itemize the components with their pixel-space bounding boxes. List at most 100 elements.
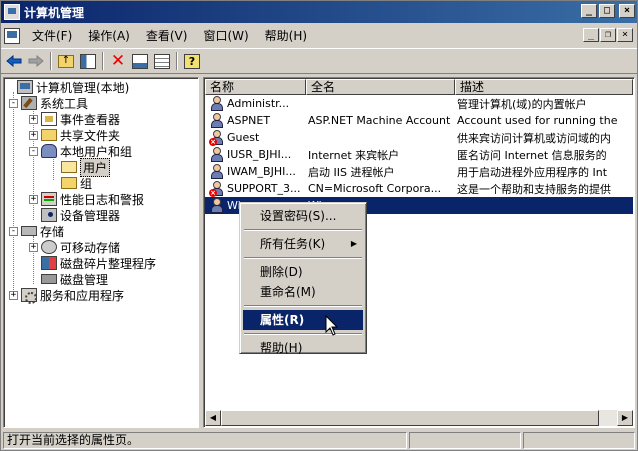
column-header-fullname[interactable]: 全名 (306, 79, 455, 95)
delete-icon[interactable]: ✕ (107, 50, 129, 72)
child-close-button[interactable]: × (617, 28, 633, 42)
tree-label: 系统工具 (40, 96, 89, 111)
tree-node-groups[interactable]: 组 (49, 175, 92, 191)
menu-window[interactable]: 窗口(W) (195, 27, 256, 45)
menu-view[interactable]: 查看(V) (138, 27, 196, 45)
user-fullname: ASP.NET Machine Account (308, 114, 451, 127)
context-menu: 设置密码(S)... 所有任务(K) ▶ 删除(D) 重命名(M) 属性(R) … (239, 202, 367, 355)
window-title: 计算机管理 (24, 5, 85, 20)
user-fullname: 启动 IIS 进程帐户 (308, 165, 395, 179)
forward-arrow-icon[interactable] (25, 50, 47, 72)
menu-help[interactable]: 帮助(H) (257, 27, 315, 45)
table-row[interactable]: ASPNET ASP.NET Machine Account Account u… (205, 112, 633, 129)
table-row[interactable]: IUSR_BJHI... Internet 来宾帐户 匿名访问 Internet… (205, 146, 633, 163)
submenu-arrow-icon: ▶ (350, 239, 357, 248)
scroll-left-icon[interactable]: ◀ (205, 410, 221, 426)
tree-node-storage[interactable]: - 存储 (9, 223, 64, 239)
console-menu-icon[interactable] (4, 28, 20, 44)
user-name: SUPPORT_3... (227, 182, 301, 195)
storage-icon (21, 226, 37, 236)
status-panel (409, 432, 521, 449)
toolbar-separator (176, 52, 178, 70)
tree-node-system-tools[interactable]: - 系统工具 (9, 95, 88, 111)
toolbar-separator (50, 52, 52, 70)
show-hide-tree-icon[interactable] (77, 50, 99, 72)
tree-node-removable-storage[interactable]: + 可移动存储 (29, 239, 120, 255)
collapse-icon[interactable]: - (9, 226, 18, 236)
computer-management-icon (4, 4, 20, 20)
menu-item-all-tasks[interactable]: 所有任务(K) ▶ (243, 234, 363, 254)
close-button[interactable]: × (619, 4, 635, 18)
scroll-right-icon[interactable]: ▶ (617, 410, 633, 426)
menu-item-label: 所有任务(K) (260, 237, 326, 251)
properties-icon[interactable] (129, 50, 151, 72)
menu-item-set-password[interactable]: 设置密码(S)... (243, 206, 363, 226)
tree-node-disk-defragmenter[interactable]: 磁盘碎片整理程序 (29, 255, 156, 271)
console-tree[interactable]: 计算机管理(本地) - 系统工具 + 事件查看器 + 共享文件夹 - 本地用户和… (3, 77, 199, 428)
column-header-description[interactable]: 描述 (455, 79, 633, 95)
maximize-button[interactable]: □ (599, 4, 615, 18)
expand-icon[interactable]: + (29, 114, 38, 124)
menu-item-delete[interactable]: 删除(D) (243, 262, 363, 282)
folder-icon (61, 177, 77, 189)
user-name: IWAM_BJHI... (227, 165, 296, 178)
user-icon (209, 197, 225, 214)
menu-item-help[interactable]: 帮助(H) (243, 338, 363, 358)
tree-node-disk-management[interactable]: 磁盘管理 (29, 271, 108, 287)
user-description: 供来宾访问计算机或访问域的内 (457, 131, 611, 145)
tree-node-device-manager[interactable]: 设备管理器 (29, 207, 120, 223)
collapse-icon[interactable]: - (9, 98, 18, 108)
user-fullname: Internet 来宾帐户 (308, 148, 400, 162)
expand-icon[interactable]: + (9, 290, 18, 300)
tree-node-shared-folders[interactable]: + 共享文件夹 (29, 127, 120, 143)
defrag-icon (41, 256, 57, 270)
expand-icon[interactable]: + (29, 194, 38, 204)
menu-file[interactable]: 文件(F) (24, 27, 80, 45)
expand-icon[interactable]: + (29, 130, 38, 140)
menu-separator (244, 257, 362, 259)
tree-node-performance-logs[interactable]: + 性能日志和警报 (29, 191, 144, 207)
column-header-name[interactable]: 名称 (205, 79, 306, 95)
back-arrow-icon[interactable] (3, 50, 25, 72)
horizontal-scrollbar[interactable]: ◀ ▶ (205, 410, 633, 426)
tree-node-computer-management[interactable]: 计算机管理(本地) (5, 79, 129, 95)
help-icon[interactable]: ? (181, 50, 203, 72)
export-list-icon[interactable] (151, 50, 173, 72)
toolbar-separator (102, 52, 104, 70)
tree-node-users[interactable]: 用户 (49, 157, 111, 177)
child-minimize-button[interactable]: _ (583, 28, 599, 42)
tree-label: 组 (80, 176, 93, 191)
child-restore-button[interactable]: ❐ (600, 28, 616, 42)
menu-action[interactable]: 操作(A) (80, 27, 138, 45)
collapse-icon[interactable]: - (29, 146, 38, 156)
tree-node-services-applications[interactable]: + 服务和应用程序 (9, 287, 124, 304)
scroll-thumb[interactable] (221, 410, 599, 426)
expand-icon[interactable]: + (29, 242, 38, 252)
event-log-icon (41, 112, 57, 126)
tree-label: 共享文件夹 (60, 128, 121, 143)
table-row[interactable]: × Guest 供来宾访问计算机或访问域的内 (205, 129, 633, 146)
title-bar[interactable]: 计算机管理 _ □ × (1, 1, 637, 23)
menu-item-properties[interactable]: 属性(R) (243, 310, 363, 330)
up-folder-icon[interactable]: ↑ (55, 50, 77, 72)
minimize-button[interactable]: _ (581, 4, 597, 18)
table-row[interactable]: × SUPPORT_3... CN=Microsoft Corpora... 这是… (205, 180, 633, 197)
menu-separator (244, 333, 362, 335)
menu-item-rename[interactable]: 重命名(M) (243, 282, 363, 302)
table-row[interactable]: Administr... 管理计算机(域)的内置帐户 (205, 95, 633, 112)
tree-label: 性能日志和警报 (60, 192, 145, 207)
tree-label: 计算机管理(本地) (36, 80, 130, 95)
disabled-user-icon: × (209, 180, 225, 197)
mouse-cursor-icon (325, 315, 339, 336)
status-text: 打开当前选择的属性页。 (3, 432, 407, 449)
user-icon (209, 146, 225, 163)
tree-node-event-viewer[interactable]: + 事件查看器 (29, 111, 120, 127)
status-bar: 打开当前选择的属性页。 (1, 431, 637, 450)
status-panel (523, 432, 635, 449)
user-name: IUSR_BJHI... (227, 148, 292, 161)
table-row[interactable]: IWAM_BJHI... 启动 IIS 进程帐户 用于启动进程外应用程序的 In… (205, 163, 633, 180)
disabled-user-icon: × (209, 129, 225, 146)
user-name: Guest (227, 131, 260, 144)
scroll-track[interactable] (221, 410, 617, 426)
computer-icon (17, 80, 33, 94)
